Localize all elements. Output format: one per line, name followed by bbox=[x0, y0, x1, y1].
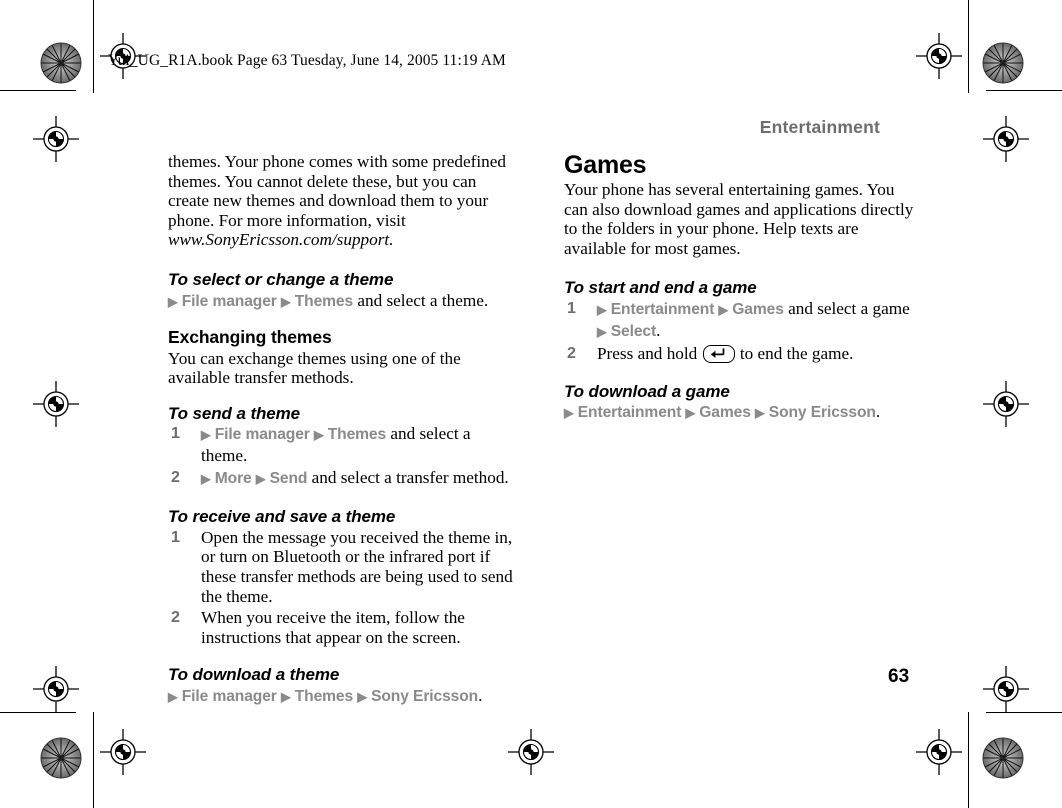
triangle-icon: ▶ bbox=[564, 406, 574, 421]
menu-item-select: Select bbox=[610, 322, 657, 340]
step-tail: . bbox=[656, 320, 661, 340]
menu-item-games: Games bbox=[699, 404, 751, 422]
path-run: ▶ File manager ▶ Themes bbox=[168, 293, 353, 310]
heading-to-send-a-theme: To send a theme bbox=[168, 403, 301, 423]
intro-text-before: themes. Your phone comes with some prede… bbox=[168, 152, 506, 230]
intro-paragraph: themes. Your phone comes with some prede… bbox=[168, 152, 518, 250]
menu-item-entertainment: Entertainment bbox=[610, 300, 715, 318]
step-tail: and select a transfer method. bbox=[307, 467, 509, 487]
step-text-after: to end the game. bbox=[735, 344, 854, 364]
steps-receive-theme: 1 Open the message you received the them… bbox=[168, 528, 518, 648]
menu-item-file-manager: File manager bbox=[181, 687, 277, 705]
menu-item-more: More bbox=[214, 469, 252, 487]
menu-item-file-manager: File manager bbox=[214, 426, 310, 444]
step-text-before: Press and hold bbox=[597, 344, 702, 364]
path-download-theme: ▶ File manager ▶ Themes ▶ Sony Ericsson. bbox=[168, 686, 518, 708]
heading-to-start-and-end-a-game: To start and end a game bbox=[564, 278, 757, 298]
menu-item-games: Games bbox=[732, 300, 784, 318]
list-item: 1 ▶ File manager ▶ Themes and select a t… bbox=[168, 424, 518, 465]
triangle-icon: ▶ bbox=[685, 406, 696, 421]
triangle-icon: ▶ bbox=[597, 324, 607, 339]
heading-exchanging-themes: Exchanging themes bbox=[168, 327, 332, 348]
menu-item-file-manager: File manager bbox=[181, 292, 277, 310]
path-download-game: ▶ Entertainment ▶ Games ▶ Sony Ericsson. bbox=[564, 402, 914, 424]
heading-to-receive-and-save-a-theme: To receive and save a theme bbox=[168, 507, 396, 527]
list-item: 2 Press and hold to end the game. bbox=[564, 344, 914, 364]
step-number: 2 bbox=[567, 345, 576, 363]
step-text: Open the message you received the theme … bbox=[201, 527, 513, 606]
triangle-icon: ▶ bbox=[201, 428, 211, 443]
exchanging-themes-paragraph: You can exchange themes using one of the… bbox=[168, 348, 461, 388]
triangle-icon: ▶ bbox=[755, 406, 765, 421]
step-number: 2 bbox=[171, 609, 180, 627]
path-run: ▶ File manager ▶ Themes bbox=[201, 426, 386, 443]
heading-games: Games bbox=[564, 151, 647, 179]
path-run: ▶ Entertainment ▶ Games ▶ Sony Ericsson bbox=[564, 404, 876, 421]
menu-item-send: Send bbox=[269, 469, 308, 487]
heading-to-download-a-theme: To download a theme bbox=[168, 665, 340, 685]
triangle-icon: ▶ bbox=[597, 302, 607, 317]
intro-text-after: . bbox=[389, 230, 394, 250]
triangle-icon: ▶ bbox=[280, 689, 291, 704]
menu-item-entertainment: Entertainment bbox=[577, 404, 682, 422]
triangle-icon: ▶ bbox=[280, 294, 291, 309]
sonyericsson-support-url: www.SonyEricsson.com/support bbox=[168, 230, 390, 250]
path-run: ▶ Entertainment ▶ Games bbox=[597, 301, 784, 318]
path-tail: . bbox=[478, 685, 483, 705]
back-key-icon bbox=[702, 345, 735, 364]
list-item: 1 ▶ Entertainment ▶ Games and select a g… bbox=[564, 299, 914, 342]
step-number: 1 bbox=[567, 299, 576, 317]
triangle-icon: ▶ bbox=[168, 689, 178, 704]
menu-item-themes: Themes bbox=[294, 292, 354, 310]
menu-item-sony-ericsson: Sony Ericsson bbox=[768, 404, 876, 422]
menu-item-sony-ericsson: Sony Ericsson bbox=[371, 687, 479, 705]
path-run: ▶ File manager ▶ Themes ▶ Sony Ericsson bbox=[168, 688, 478, 705]
page-number: 63 bbox=[888, 666, 910, 687]
steps-send-theme: 1 ▶ File manager ▶ Themes and select a t… bbox=[168, 424, 518, 489]
step-number: 2 bbox=[171, 468, 180, 486]
step-number: 1 bbox=[171, 528, 180, 546]
games-paragraph: Your phone has several entertaining game… bbox=[564, 180, 914, 258]
heading-to-download-a-game: To download a game bbox=[564, 381, 730, 401]
step-mid-text: and select a game bbox=[783, 298, 910, 318]
running-head-chapter: Entertainment bbox=[759, 117, 880, 137]
menu-item-themes: Themes bbox=[327, 426, 387, 444]
triangle-icon: ▶ bbox=[357, 689, 367, 704]
triangle-icon: ▶ bbox=[255, 471, 266, 486]
step-text: When you receive the item, follow the in… bbox=[201, 608, 465, 647]
left-column: themes. Your phone comes with some prede… bbox=[168, 152, 518, 707]
list-item: 2 ▶ More ▶ Send and select a transfer me… bbox=[168, 468, 518, 490]
path-select-theme: ▶ File manager ▶ Themes and select a the… bbox=[168, 291, 518, 313]
path-run: ▶ More ▶ Send bbox=[201, 470, 307, 487]
triangle-icon: ▶ bbox=[313, 428, 324, 443]
step-number: 1 bbox=[171, 425, 180, 443]
triangle-icon: ▶ bbox=[718, 302, 729, 317]
menu-item-themes: Themes bbox=[294, 687, 354, 705]
path-run-continued: ▶ Select bbox=[597, 323, 656, 340]
path-tail: and select a theme. bbox=[353, 290, 489, 310]
list-item: 1 Open the message you received the them… bbox=[168, 528, 518, 606]
heading-to-select-or-change-a-theme: To select or change a theme bbox=[168, 269, 394, 289]
steps-start-end-game: 1 ▶ Entertainment ▶ Games and select a g… bbox=[564, 299, 914, 364]
path-tail: . bbox=[875, 402, 881, 422]
page-content: Entertainment themes. Your phone comes w… bbox=[0, 0, 1062, 808]
right-column: Games Your phone has several entertainin… bbox=[564, 152, 914, 424]
triangle-icon: ▶ bbox=[168, 294, 178, 309]
list-item: 2 When you receive the item, follow the … bbox=[168, 608, 518, 647]
triangle-icon: ▶ bbox=[201, 471, 211, 486]
